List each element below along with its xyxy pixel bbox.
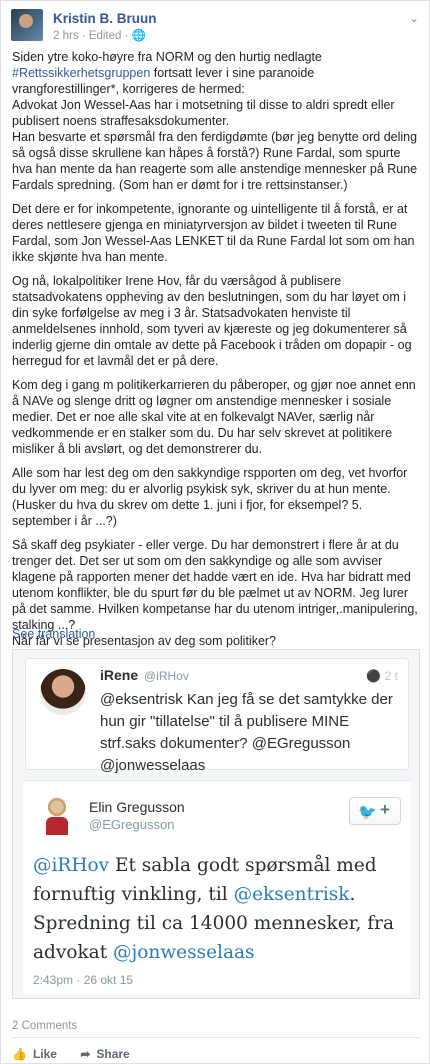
like-label: Like	[32, 1047, 57, 1061]
post-text: Siden ytre koko-høyre fra NORM og den hu…	[12, 50, 322, 64]
like-button[interactable]: 👍 Like	[12, 1047, 57, 1061]
share-button[interactable]: ➦ Share	[80, 1047, 129, 1061]
author-avatar[interactable]	[11, 9, 43, 41]
mention: @eksentrisk	[100, 691, 183, 708]
tweet-author-handle: @EGregusson	[89, 817, 175, 832]
embedded-tweet: Elin Gregusson @EGregusson 🐦 + @iRHov Et…	[23, 780, 411, 994]
post-actions: 👍 Like ➦ Share	[12, 1047, 150, 1061]
mention: @iRHov	[33, 855, 110, 876]
facebook-post-card: Kristin B. Bruun 2 hrs · Edited · 🌐 ⌄ Si…	[0, 0, 430, 1064]
post-paragraph: Alle som har lest deg om den sakkyndige …	[12, 466, 408, 528]
post-body: Siden ytre koko-høyre fra NORM og den hu…	[12, 49, 420, 649]
tweet-author-name: iRene	[100, 667, 139, 683]
mention: @jonwesselaas	[113, 942, 255, 963]
post-paragraph: Og nå, lokalpolitiker Irene Hov, får du …	[12, 274, 412, 368]
mention: @eksentrisk	[233, 884, 350, 905]
post-paragraph: Kom deg i gang m politikerkarrieren du p…	[12, 378, 416, 456]
chevron-down-icon[interactable]: ⌄	[409, 11, 419, 25]
author-name[interactable]: Kristin B. Bruun	[53, 11, 157, 26]
follow-button: 🐦 +	[349, 797, 401, 825]
mention: @EGregusson	[251, 735, 351, 752]
twitter-bird-icon: 🐦	[358, 804, 377, 821]
tweet-timestamp: 2:43pm · 26 okt 15	[33, 973, 134, 987]
thumbs-up-icon: 👍	[12, 1047, 27, 1061]
elin-avatar	[37, 795, 77, 835]
mention: @jonwesselaas	[100, 757, 206, 774]
tweet-text: @eksentrisk Kan jeg få se det samtykke d…	[100, 689, 400, 777]
tweet-time: ⚫ 2 t	[366, 669, 398, 683]
share-arrow-icon: ➦	[80, 1047, 91, 1061]
speech-bubble-icon: ⚫	[366, 669, 382, 683]
post-paragraph: Det dere er for inkompetente, ignorante …	[12, 202, 415, 264]
tweet-time-text: 2 t	[384, 669, 398, 683]
tweet-text: @iRHov Et sabla godt spørsmål med fornuf…	[33, 851, 405, 967]
embedded-image[interactable]: iRene @iRHov ⚫ 2 t @eksentrisk Kan jeg f…	[12, 649, 420, 999]
post-paragraph: Siden ytre koko-høyre fra NORM og den hu…	[12, 49, 420, 97]
post-header: Kristin B. Bruun 2 hrs · Edited · 🌐 ⌄	[11, 9, 421, 42]
post-paragraph: Han besvarte et spørsmål fra den ferdigd…	[12, 130, 418, 192]
tweet-author-name: Elin Gregusson	[89, 799, 185, 815]
comments-count-link[interactable]: 2 Comments	[12, 1020, 77, 1032]
reply-tweet: iRene @iRHov ⚫ 2 t @eksentrisk Kan jeg f…	[25, 658, 409, 774]
share-label: Share	[96, 1047, 130, 1061]
irene-avatar	[40, 669, 86, 715]
post-paragraph: Så skaff deg psykiater - eller verge. Du…	[12, 538, 418, 632]
divider	[12, 1037, 420, 1038]
tweet-author-handle: @iRHov	[144, 669, 189, 683]
post-paragraph: Advokat Jon Wessel-Aas har i motsetning …	[12, 98, 395, 128]
see-translation-link[interactable]: See translation	[12, 627, 95, 641]
hashtag-link[interactable]: #Rettssikkerhetsgruppen	[12, 66, 150, 80]
post-meta[interactable]: 2 hrs · Edited · 🌐	[53, 28, 146, 42]
plus-icon: +	[380, 800, 390, 819]
